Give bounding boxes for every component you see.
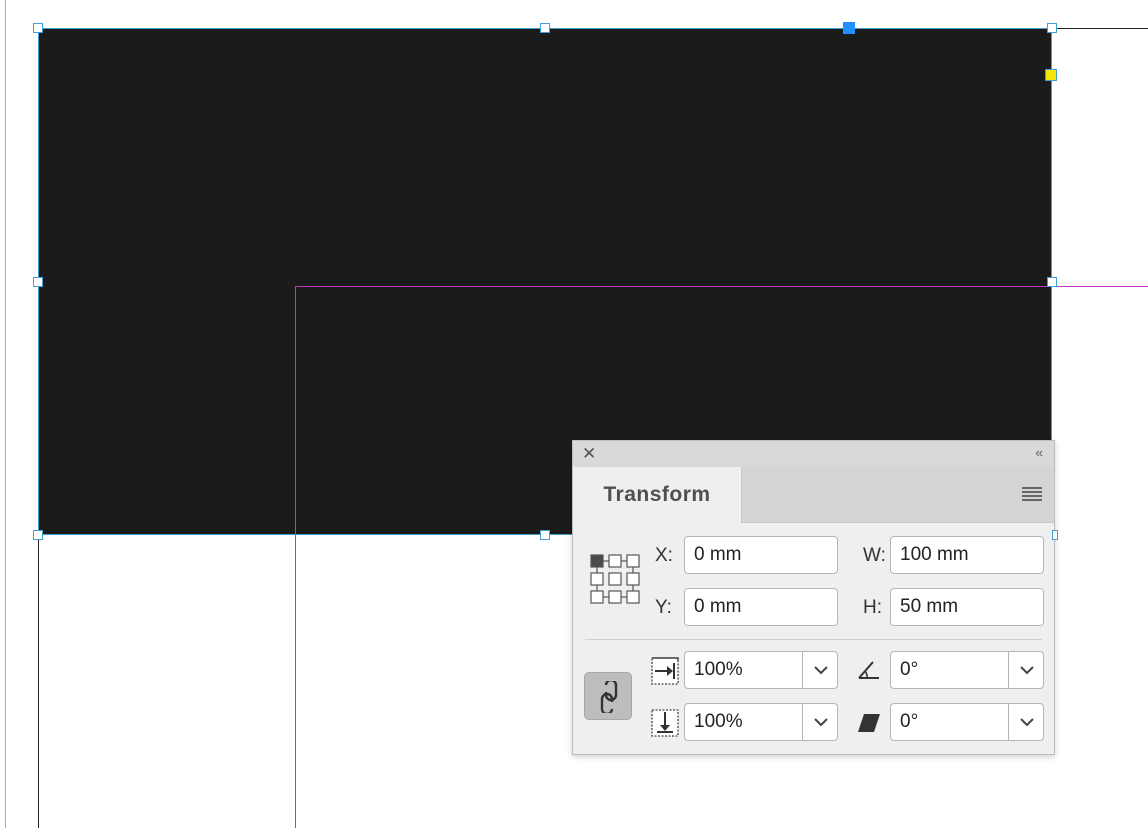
w-label: W: [863, 545, 886, 566]
reference-point-icon[interactable] [590, 554, 642, 606]
panel-tabbar: Transform [573, 467, 1054, 523]
panel-menu-icon[interactable] [1022, 487, 1042, 503]
frame-reference-point[interactable] [843, 22, 855, 34]
scale-x-dropdown[interactable] [802, 652, 838, 688]
handle-top-right[interactable] [1047, 23, 1057, 33]
scale-y-icon [651, 709, 679, 737]
handle-middle-right[interactable] [1047, 277, 1057, 287]
constrain-proportions-icon [600, 681, 618, 713]
panel-titlebar[interactable]: ✕ ‹‹ [573, 441, 1054, 468]
bleed-guide-left [5, 0, 6, 828]
tab-transform[interactable]: Transform [573, 467, 742, 523]
handle-top-left[interactable] [33, 23, 43, 33]
constrain-proportions-button[interactable] [584, 672, 632, 720]
y-field[interactable]: 0 mm [684, 588, 838, 626]
scale-x-icon [651, 657, 679, 685]
x-field[interactable]: 0 mm [684, 536, 838, 574]
chevron-down-icon [814, 718, 828, 727]
rotation-icon [858, 661, 879, 679]
handle-top-center[interactable] [540, 23, 550, 33]
h-label: H: [863, 597, 882, 618]
margin-guide-left-overlay [295, 286, 296, 535]
transform-panel: ✕ ‹‹ Transform X: 0 mm W: 100 mm Y: 0 mm… [572, 440, 1055, 755]
panel-divider [585, 639, 1042, 640]
page-edge-top [1052, 28, 1148, 29]
document-canvas[interactable]: ✕ ‹‹ Transform X: 0 mm W: 100 mm Y: 0 mm… [0, 0, 1148, 828]
close-icon[interactable]: ✕ [582, 444, 596, 464]
handle-bottom-center[interactable] [540, 530, 550, 540]
width-field[interactable]: 100 mm [890, 536, 1044, 574]
handle-bottom-right-edge [1052, 530, 1058, 540]
handle-bottom-left[interactable] [33, 530, 43, 540]
margin-guide-top-overlay [295, 286, 1052, 287]
rotation-dropdown[interactable] [1008, 652, 1044, 688]
collapse-icon[interactable]: ‹‹ [1035, 445, 1043, 460]
chevron-down-icon [1020, 718, 1034, 727]
scale-y-dropdown[interactable] [802, 704, 838, 740]
chevron-down-icon [1020, 666, 1034, 675]
shear-icon [858, 714, 880, 732]
shear-dropdown[interactable] [1008, 704, 1044, 740]
handle-middle-left[interactable] [33, 277, 43, 287]
y-label: Y: [655, 597, 672, 618]
height-field[interactable]: 50 mm [890, 588, 1044, 626]
x-label: X: [655, 545, 673, 566]
live-corners-handle[interactable] [1045, 69, 1057, 81]
chevron-down-icon [814, 666, 828, 675]
